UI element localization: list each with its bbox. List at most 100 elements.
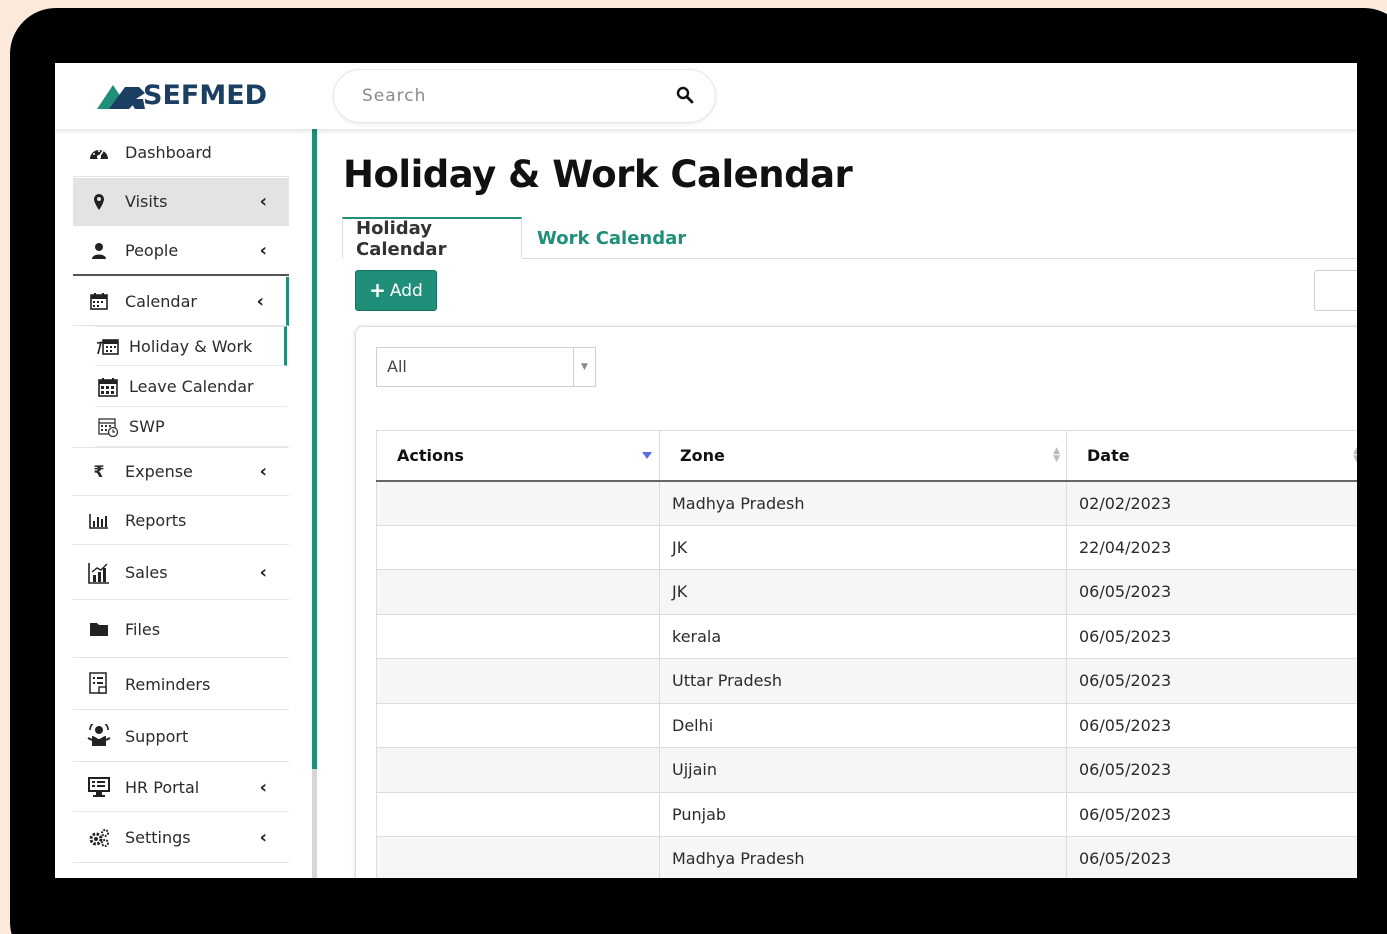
tab-bar: Holiday Calendar Work Calendar (342, 217, 1357, 260)
zone-cell: Madhya Pradesh (659, 836, 1067, 878)
sort-desc-icon[interactable] (642, 452, 652, 459)
sidebar-scrollbar-track (312, 769, 317, 878)
actions-cell (376, 658, 660, 704)
zone-cell: Punjab (659, 791, 1067, 837)
date-cell: 02/02/2023 (1066, 480, 1357, 526)
date-cell: 06/05/2023 (1066, 747, 1357, 793)
column-header-date[interactable]: Date ▲ ▼ (1066, 430, 1357, 482)
leave-calendar-icon (95, 376, 121, 398)
sidebar-item-label: Visits (125, 192, 168, 211)
swp-calendar-icon (95, 416, 121, 438)
table-search-input[interactable] (1314, 270, 1357, 311)
table-row[interactable]: JK 06/05/2023 (376, 569, 1357, 615)
reminder-icon (85, 672, 113, 696)
table-row[interactable]: JK 22/04/2023 (376, 524, 1357, 570)
zone-cell: Uttar Pradesh (659, 658, 1067, 704)
sidebar-item-reminders[interactable]: Reminders (73, 659, 289, 710)
sidebar-item-hr-portal[interactable]: HR Portal ‹ (73, 763, 289, 812)
actions-cell (376, 480, 660, 526)
sidebar-item-sales[interactable]: Sales ‹ (73, 546, 289, 600)
table-row[interactable]: Ujjain 06/05/2023 (376, 747, 1357, 793)
tab-work-calendar[interactable]: Work Calendar (524, 217, 699, 259)
table-row[interactable]: Uttar Pradesh 06/05/2023 (376, 658, 1357, 704)
actions-cell (376, 613, 660, 659)
actions-cell (376, 747, 660, 793)
zone-cell: JK (659, 569, 1067, 615)
main-content: Holiday & Work Calendar Holiday Calendar… (317, 129, 1357, 878)
table-row[interactable]: Madhya Pradesh 02/02/2023 (376, 480, 1357, 526)
date-cell: 06/05/2023 (1066, 569, 1357, 615)
dropdown-arrow-icon[interactable]: ▼ (573, 348, 595, 386)
sidebar-item-dashboard[interactable]: Dashboard (73, 129, 289, 177)
zone-cell: kerala (659, 613, 1067, 659)
sidebar-item-label: Expense (125, 462, 193, 481)
support-icon (85, 724, 113, 748)
actions-cell (376, 569, 660, 615)
sidebar-item-settings[interactable]: Settings ‹ (73, 813, 289, 863)
actions-cell (376, 524, 660, 570)
calendar-icon (85, 292, 113, 310)
sales-chart-icon (85, 562, 113, 584)
dashboard-icon (85, 145, 113, 161)
sidebar-item-label: Reminders (125, 674, 211, 694)
user-icon (85, 242, 113, 260)
table-row[interactable]: kerala 06/05/2023 (376, 613, 1357, 659)
sidebar-subitem-label: Holiday & Work (129, 336, 253, 356)
tab-holiday-calendar[interactable]: Holiday Calendar (342, 217, 522, 260)
actions-cell (376, 702, 660, 748)
zone-cell: Madhya Pradesh (659, 480, 1067, 526)
date-cell: 06/05/2023 (1066, 836, 1357, 878)
search-icon[interactable] (676, 86, 694, 109)
rupee-icon: ₹ (93, 462, 105, 481)
sort-icon[interactable]: ▲ ▼ (1353, 447, 1357, 464)
bar-chart-icon (85, 513, 113, 529)
sidebar-item-label: Settings (125, 828, 191, 847)
gears-icon (85, 828, 113, 848)
table-header-row: Actions Zone ▲ ▼ Date ▲ ▼ (376, 430, 1357, 482)
chevron-left-icon: ‹ (259, 240, 267, 261)
monitor-icon (85, 776, 113, 798)
sidebar-item-label: Support (125, 726, 189, 746)
sidebar-item-people[interactable]: People ‹ (73, 227, 289, 276)
column-header-actions[interactable]: Actions (376, 430, 660, 482)
actions-cell (376, 836, 660, 878)
column-header-zone[interactable]: Zone ▲ ▼ (659, 430, 1067, 482)
zone-cell: Ujjain (659, 747, 1067, 793)
chevron-left-icon: ‹ (256, 290, 264, 312)
add-button[interactable]: + Add (355, 270, 437, 311)
sidebar-subitem-holiday-work[interactable]: Holiday & Work (95, 326, 287, 366)
sidebar-item-label: HR Portal (125, 777, 200, 797)
page-title: Holiday & Work Calendar (343, 153, 853, 196)
zone-filter-select[interactable]: All ▼ (376, 347, 596, 387)
app-screen: SEFMED Dashboard Visits ‹ (55, 63, 1357, 878)
sort-icon[interactable]: ▲ ▼ (1053, 447, 1060, 464)
chevron-left-icon: ‹ (259, 776, 267, 798)
sidebar-item-label: Reports (125, 511, 187, 530)
sidebar-subitem-swp[interactable]: SWP (95, 407, 287, 447)
date-cell: 22/04/2023 (1066, 524, 1357, 570)
sidebar: Dashboard Visits ‹ People ‹ Calendar ‹ H… (55, 129, 317, 878)
sidebar-subitem-leave-calendar[interactable]: Leave Calendar (95, 367, 287, 407)
sidebar-item-support[interactable]: Support (73, 711, 289, 762)
date-cell: 06/05/2023 (1066, 658, 1357, 704)
chevron-left-icon: ‹ (259, 461, 267, 482)
brand-logo[interactable]: SEFMED (95, 77, 285, 113)
sidebar-item-files[interactable]: Files (73, 601, 289, 658)
sidebar-item-visits[interactable]: Visits ‹ (73, 178, 289, 226)
table-row[interactable]: Punjab 06/05/2023 (376, 791, 1357, 837)
column-header-label: Actions (397, 445, 464, 465)
search-input[interactable] (362, 84, 652, 108)
sidebar-subitem-label: Leave Calendar (129, 377, 254, 396)
sidebar-scrollbar[interactable] (312, 129, 317, 769)
brand-name: SEFMED (143, 79, 268, 111)
sidebar-item-calendar[interactable]: Calendar ‹ (73, 277, 289, 326)
table-row[interactable]: Delhi 06/05/2023 (376, 702, 1357, 748)
sidebar-item-reports[interactable]: Reports (73, 497, 289, 545)
table-row[interactable]: Madhya Pradesh 06/05/2023 (376, 836, 1357, 878)
actions-cell (376, 791, 660, 837)
top-header: SEFMED (55, 63, 1357, 129)
sidebar-item-label: Calendar (125, 291, 197, 311)
sidebar-item-expense[interactable]: ₹ Expense ‹ (73, 447, 289, 496)
chevron-left-icon: ‹ (259, 191, 267, 212)
add-button-label: Add (389, 280, 423, 301)
